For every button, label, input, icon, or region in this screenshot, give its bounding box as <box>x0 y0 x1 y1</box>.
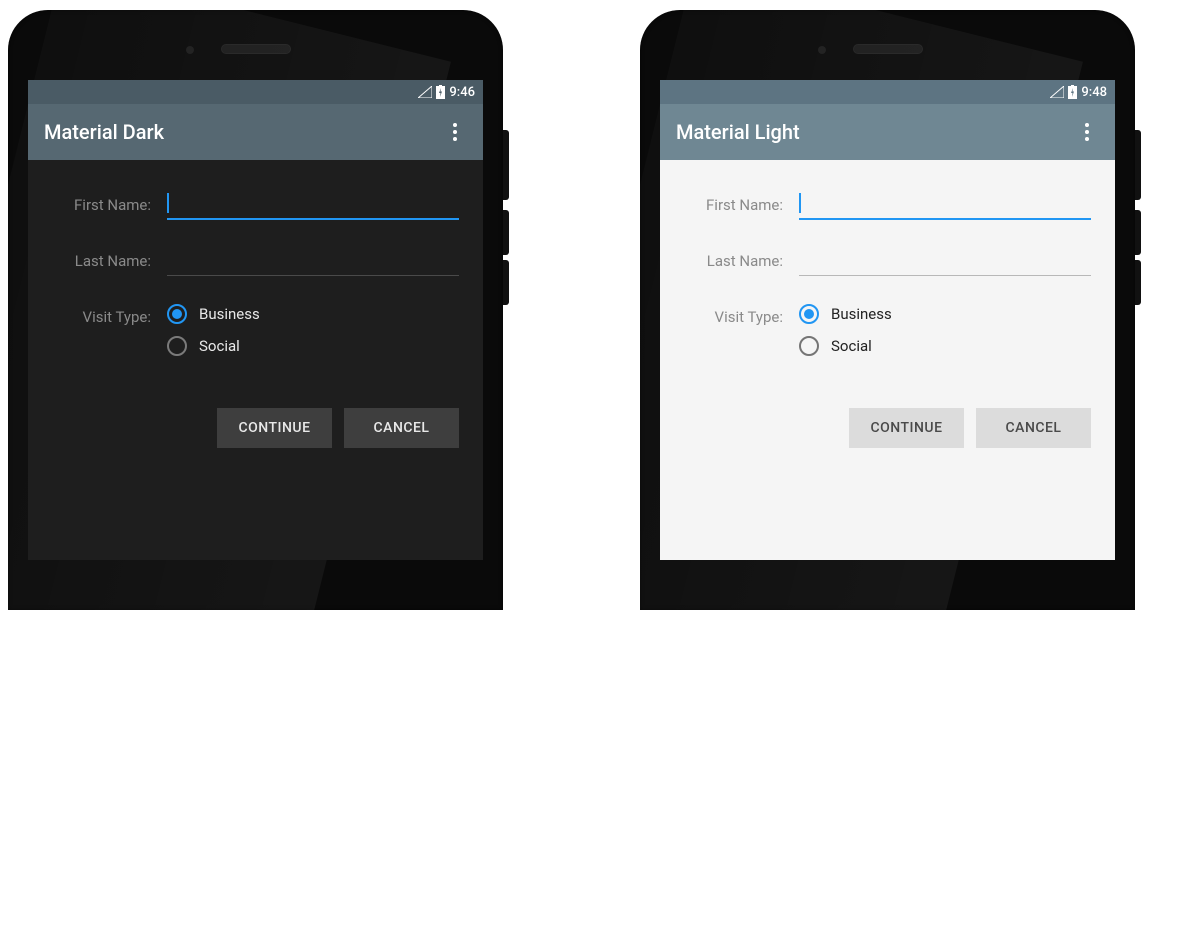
app-toolbar: Material Light <box>660 104 1115 160</box>
visit-type-group: Business Social <box>167 302 459 356</box>
visit-type-group: Business Social <box>799 302 1091 356</box>
app-toolbar: Material Dark <box>28 104 483 160</box>
form-content: First Name: Last Name: Visit Type: Busin… <box>660 160 1115 398</box>
signal-icon <box>418 86 432 98</box>
text-cursor <box>799 193 801 213</box>
signal-icon <box>1050 86 1064 98</box>
last-name-row: Last Name: <box>52 246 459 276</box>
radio-icon <box>167 304 187 324</box>
status-time: 9:48 <box>1081 85 1107 100</box>
first-name-label: First Name: <box>52 190 167 214</box>
first-name-row: First Name: <box>52 190 459 220</box>
cancel-button[interactable]: CANCEL <box>344 408 459 448</box>
device-frame-dark: 9:46 Material Dark First Name: Last Name… <box>8 10 503 610</box>
power-button <box>503 130 509 200</box>
app-title: Material Light <box>676 120 800 144</box>
radio-icon <box>167 336 187 356</box>
last-name-label: Last Name: <box>52 246 167 270</box>
last-name-label: Last Name: <box>684 246 799 270</box>
cancel-button[interactable]: CANCEL <box>976 408 1091 448</box>
button-row: CONTINUE CANCEL <box>660 408 1115 448</box>
device-frame-light: 9:48 Material Light First Name: Last Nam… <box>640 10 1135 610</box>
speaker-grill <box>221 44 291 54</box>
status-bar: 9:48 <box>660 80 1115 104</box>
screen-dark: 9:46 Material Dark First Name: Last Name… <box>28 80 483 560</box>
radio-social-label: Social <box>199 337 240 355</box>
last-name-input[interactable] <box>167 246 459 276</box>
screen-light: 9:48 Material Light First Name: Last Nam… <box>660 80 1115 560</box>
status-time: 9:46 <box>449 85 475 100</box>
first-name-field[interactable] <box>799 190 1091 220</box>
last-name-input[interactable] <box>799 246 1091 276</box>
volume-up-button <box>1135 210 1141 255</box>
overflow-menu-button[interactable] <box>443 123 467 141</box>
speaker-grill <box>853 44 923 54</box>
proximity-sensor <box>186 46 194 54</box>
radio-business-label: Business <box>199 305 260 323</box>
last-name-field[interactable] <box>799 246 1091 276</box>
radio-icon <box>799 336 819 356</box>
more-vert-icon <box>1085 123 1089 141</box>
radio-business[interactable]: Business <box>799 304 1091 324</box>
radio-social-label: Social <box>831 337 872 355</box>
more-vert-icon <box>453 123 457 141</box>
text-cursor <box>167 193 169 213</box>
battery-charging-icon <box>1068 85 1077 99</box>
button-row: CONTINUE CANCEL <box>28 408 483 448</box>
last-name-row: Last Name: <box>684 246 1091 276</box>
volume-down-button <box>503 260 509 305</box>
volume-up-button <box>503 210 509 255</box>
proximity-sensor <box>818 46 826 54</box>
radio-business-label: Business <box>831 305 892 323</box>
continue-button[interactable]: CONTINUE <box>217 408 332 448</box>
radio-social[interactable]: Social <box>799 336 1091 356</box>
visit-type-label: Visit Type: <box>684 302 799 326</box>
radio-social[interactable]: Social <box>167 336 459 356</box>
radio-business[interactable]: Business <box>167 304 459 324</box>
first-name-input[interactable] <box>167 190 459 220</box>
continue-button[interactable]: CONTINUE <box>849 408 964 448</box>
first-name-input[interactable] <box>799 190 1091 220</box>
visit-type-label: Visit Type: <box>52 302 167 326</box>
first-name-row: First Name: <box>684 190 1091 220</box>
status-bar: 9:46 <box>28 80 483 104</box>
visit-type-row: Visit Type: Business Social <box>52 302 459 356</box>
app-title: Material Dark <box>44 120 164 144</box>
last-name-field[interactable] <box>167 246 459 276</box>
first-name-label: First Name: <box>684 190 799 214</box>
visit-type-row: Visit Type: Business Social <box>684 302 1091 356</box>
radio-icon <box>799 304 819 324</box>
battery-charging-icon <box>436 85 445 99</box>
overflow-menu-button[interactable] <box>1075 123 1099 141</box>
first-name-field[interactable] <box>167 190 459 220</box>
power-button <box>1135 130 1141 200</box>
volume-down-button <box>1135 260 1141 305</box>
form-content: First Name: Last Name: Visit Type: Busin… <box>28 160 483 398</box>
